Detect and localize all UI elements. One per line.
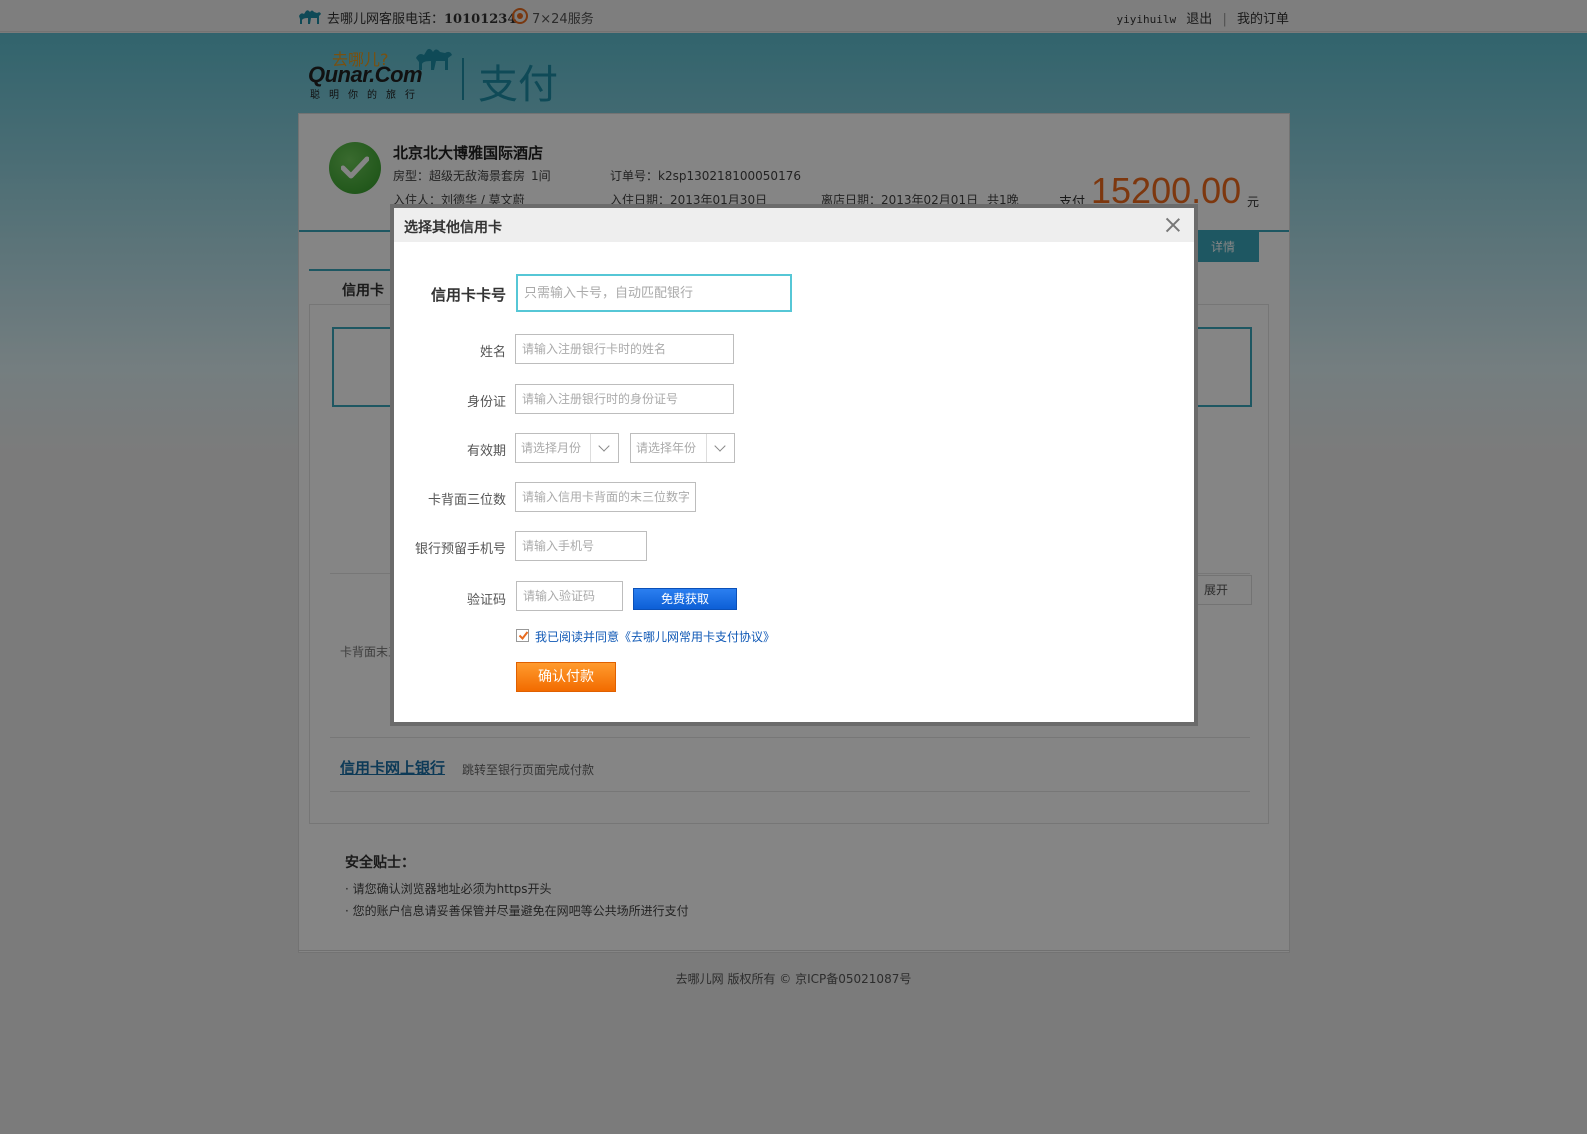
id-number-input[interactable] [515,384,734,414]
close-icon[interactable] [1164,216,1182,234]
card-number-label: 信用卡卡号 [430,286,506,304]
expiry-month-select[interactable]: 请选择月份 [515,433,619,463]
name-input[interactable] [515,334,734,364]
month-placeholder: 请选择月份 [521,441,582,455]
expiry-year-select[interactable]: 请选择年份 [630,433,735,463]
card-number-input[interactable] [516,274,792,312]
id-label: 身份证 [466,395,506,410]
checkmark-icon [518,631,529,641]
chevron-down-icon [590,434,618,462]
name-label: 姓名 [479,345,506,360]
chevron-down-icon [706,434,734,462]
verify-code-input[interactable] [516,581,623,611]
year-placeholder: 请选择年份 [636,441,697,455]
expiry-label: 有效期 [466,444,506,459]
agreement-link[interactable]: 我已阅读并同意《去哪儿网常用卡支付协议》 [535,628,775,645]
cvv-input[interactable] [515,482,696,512]
verify-code-label: 验证码 [466,593,506,608]
confirm-payment-button[interactable]: 确认付款 [516,662,616,692]
agreement-checkbox[interactable] [516,629,529,642]
get-sms-code-button[interactable]: 免费获取 [633,588,737,610]
add-credit-card-dialog: 选择其他信用卡 信用卡卡号 姓名 身份证 有效期 请选择月份 请选择年份 卡背面… [390,204,1198,726]
phone-label: 银行预留手机号 [414,542,506,557]
dialog-title: 选择其他信用卡 [404,220,502,236]
cvv-label: 卡背面三位数 [427,493,506,508]
phone-input[interactable] [515,531,647,561]
dialog-header: 选择其他信用卡 [394,208,1194,242]
